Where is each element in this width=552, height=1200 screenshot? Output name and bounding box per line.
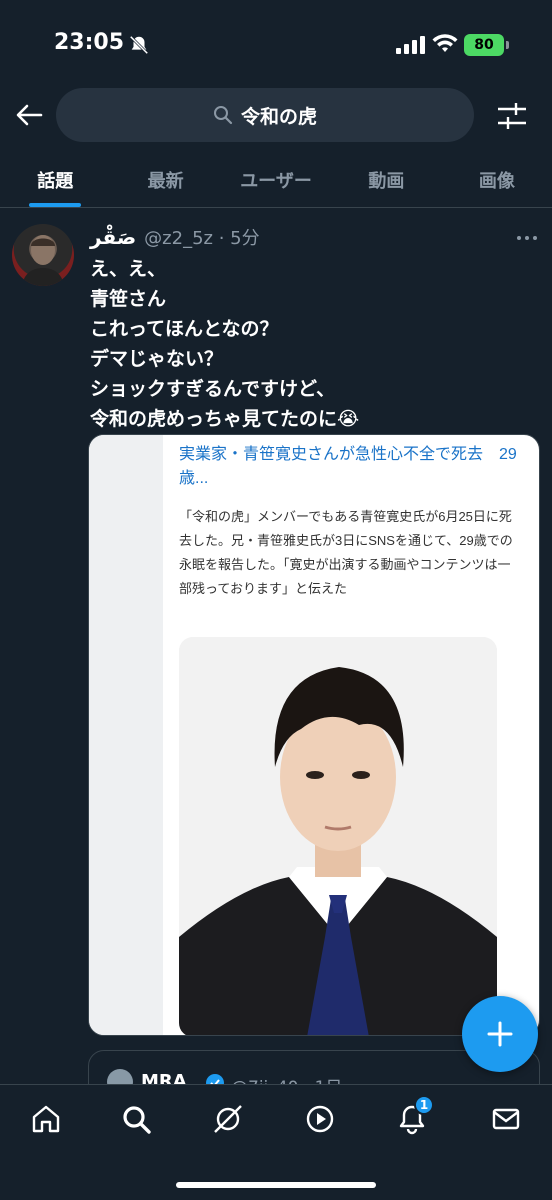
signal-icon <box>396 36 425 54</box>
media-left-strip <box>89 435 163 1035</box>
tab-people[interactable]: ユーザー <box>221 152 331 207</box>
tweet-media[interactable]: 実業家・青笹寛史さんが急性心不全で死去 29歳... 「令和の虎」メンバーでもあ… <box>88 434 540 1036</box>
tweet-text: え、え、 青笹さん これってほんとなの？ デマじゃない？ ショックすぎるんですけ… <box>90 254 359 434</box>
status-time: 23:05 <box>54 30 125 55</box>
tweet-line: 令和の虎めっちゃ見てたのに😭 <box>90 408 360 430</box>
nav-video[interactable] <box>302 1101 338 1137</box>
tab-latest[interactable]: 最新 <box>110 152 220 207</box>
nav-grok[interactable] <box>210 1101 246 1137</box>
nav-home[interactable] <box>28 1101 64 1137</box>
avatar-image <box>22 235 64 286</box>
home-icon <box>32 1105 60 1133</box>
portrait-photo <box>179 637 497 1035</box>
search-input[interactable]: 令和の虎 <box>56 88 474 142</box>
notification-badge: 1 <box>414 1095 434 1115</box>
back-button[interactable] <box>12 98 46 132</box>
display-name[interactable]: صَقْر <box>90 225 136 249</box>
search-tabs: 話題 最新 ユーザー 動画 画像 <box>0 152 552 208</box>
more-icon[interactable] <box>514 228 540 248</box>
grok-icon <box>214 1105 242 1133</box>
article-title: 実業家・青笹寛史さんが急性心不全で死去 29歳... <box>179 446 517 487</box>
portrait-image <box>179 637 497 1035</box>
tweet-header: صَقْر @z2_5z · 5分 <box>90 224 260 250</box>
search-query: 令和の虎 <box>240 105 317 128</box>
nav-messages[interactable] <box>488 1101 524 1137</box>
avatar[interactable] <box>12 224 74 286</box>
tab-top[interactable]: 話題 <box>0 152 110 207</box>
nav-notifications[interactable]: 1 <box>394 1095 434 1137</box>
battery-indicator: 80 <box>464 34 509 56</box>
explore-icon <box>123 1106 151 1134</box>
tab-videos[interactable]: 動画 <box>331 152 441 207</box>
tweet-line: デマじゃない？ <box>90 348 224 370</box>
search-icon <box>213 106 233 125</box>
tweet-line: え、え、 <box>90 258 167 280</box>
tweet-line: 青笹さん <box>90 288 167 310</box>
status-bar: 23:05 80 <box>0 0 552 88</box>
mail-icon <box>492 1108 520 1130</box>
video-icon <box>306 1105 334 1133</box>
article-body: 「令和の虎」メンバーでもある青笹寛史氏が6月25日に死去した。兄・青笹雅史氏が3… <box>179 509 513 596</box>
battery-level: 80 <box>474 37 494 53</box>
home-indicator <box>176 1182 376 1188</box>
filter-icon[interactable] <box>494 98 530 134</box>
tweet-line: ショックすぎるんですけど、 <box>90 378 336 400</box>
back-arrow-icon <box>16 104 43 126</box>
wifi-icon <box>432 34 458 52</box>
tweet-line: これってほんとなの？ <box>90 318 279 340</box>
handle-time: @z2_5z · 5分 <box>144 228 260 249</box>
tab-media[interactable]: 画像 <box>442 152 552 207</box>
nav-explore[interactable] <box>118 1101 154 1137</box>
plus-icon <box>487 1021 513 1047</box>
bell-off-icon <box>129 35 149 55</box>
compose-button[interactable] <box>462 996 538 1072</box>
